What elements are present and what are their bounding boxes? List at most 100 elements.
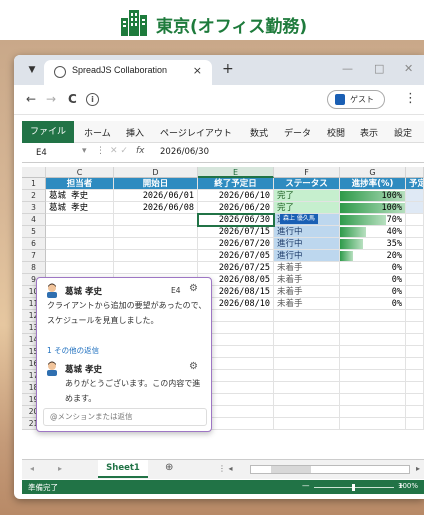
data-cell[interactable] [406,214,424,226]
data-cell[interactable] [406,190,424,202]
sheet-nav-prev-icon[interactable]: ◂ [30,464,34,473]
empty-cell[interactable] [340,394,406,406]
ribbon-tab-view[interactable]: 表示 [360,126,378,139]
empty-cell[interactable] [274,346,340,358]
ribbon-tab-insert[interactable]: 挿入 [126,126,144,139]
data-cell[interactable]: 2026/06/10 [198,190,274,202]
header-cell[interactable]: 終了予定日 [198,178,274,190]
zoom-slider-thumb[interactable] [352,484,355,491]
status-cell[interactable]: 完了 [274,190,340,202]
status-cell[interactable]: 未着手 [274,286,340,298]
ribbon-tab-formulas[interactable]: 数式 [250,126,268,139]
empty-cell[interactable] [406,346,424,358]
reload-icon[interactable]: C [68,92,77,106]
reply-input[interactable]: @メンションまたは返信 [43,408,207,426]
row-header[interactable]: 5 [22,226,46,238]
zoom-out-button[interactable]: — [302,481,310,490]
column-header-e[interactable]: E [198,167,274,178]
progress-cell[interactable]: 100% [340,202,406,214]
ribbon-tab-home[interactable]: ホーム [84,126,111,139]
progress-cell[interactable]: 20% [340,250,406,262]
data-cell[interactable] [46,262,114,274]
comment-popup[interactable]: 葛城 孝史 E4 ⚙ クライアントから追加の要望があったので、スケジュールを見直… [36,277,212,432]
row-header[interactable]: 4 [22,214,46,226]
empty-cell[interactable] [406,370,424,382]
progress-cell[interactable]: 0% [340,286,406,298]
data-cell[interactable] [46,226,114,238]
data-cell[interactable] [46,214,114,226]
empty-cell[interactable] [406,322,424,334]
progress-cell[interactable]: 0% [340,298,406,310]
empty-cell[interactable] [340,334,406,346]
empty-cell[interactable] [274,370,340,382]
empty-cell[interactable] [274,406,340,418]
column-header-c[interactable]: C [46,167,114,178]
empty-cell[interactable] [274,334,340,346]
data-cell[interactable] [114,214,198,226]
browser-tab[interactable]: SpreadJS Collaboration × [44,60,212,85]
data-cell[interactable] [406,238,424,250]
empty-cell[interactable] [274,394,340,406]
formula-options-icon[interactable]: ⋮ [96,146,105,156]
column-header-d[interactable]: D [114,167,198,178]
status-cell[interactable]: 未着手 [274,298,340,310]
progress-cell[interactable]: 35% [340,238,406,250]
row-header[interactable]: 8 [22,262,46,274]
header-cell[interactable]: 予定 [406,178,424,190]
site-info-icon[interactable]: i [86,93,99,106]
empty-cell[interactable] [340,310,406,322]
row-header[interactable]: 7 [22,250,46,262]
ribbon-tab-page-layout[interactable]: ページレイアウト [160,126,232,139]
zoom-slider[interactable] [314,484,394,491]
empty-cell[interactable] [406,382,424,394]
name-box-dropdown-icon[interactable]: ▾ [82,146,87,156]
ribbon-tab-settings[interactable]: 設定 [394,126,412,139]
row-header[interactable]: 1 [22,178,46,190]
name-box[interactable]: E4 [22,145,76,161]
column-header-f[interactable]: F [274,167,340,178]
row-header[interactable]: 6 [22,238,46,250]
empty-cell[interactable] [340,322,406,334]
sheet-nav-next-icon[interactable]: ▸ [58,464,62,473]
empty-cell[interactable] [340,358,406,370]
data-cell[interactable]: 2026/07/15 [198,226,274,238]
empty-cell[interactable] [406,358,424,370]
empty-cell[interactable] [274,382,340,394]
data-cell[interactable]: 葛城 孝史 [46,190,114,202]
data-cell[interactable] [406,286,424,298]
empty-cell[interactable] [274,310,340,322]
data-cell[interactable]: 葛城 孝史 [46,202,114,214]
data-cell[interactable] [114,226,198,238]
data-cell[interactable]: 2026/06/08 [114,202,198,214]
maximize-button[interactable]: □ [374,62,384,75]
gear-icon[interactable]: ⚙ [189,361,198,372]
data-cell[interactable] [406,274,424,286]
horizontal-scrollbar[interactable] [250,465,410,474]
row-header[interactable]: 2 [22,190,46,202]
data-cell[interactable] [406,226,424,238]
empty-cell[interactable] [406,310,424,322]
progress-cell[interactable]: 0% [340,262,406,274]
file-tab[interactable]: ファイル [22,121,74,143]
guest-profile-button[interactable]: ゲスト [327,90,385,109]
browser-menu-icon[interactable]: ⋮ [404,91,417,106]
close-window-button[interactable]: ✕ [404,62,413,75]
status-cell[interactable]: 進行中 [274,250,340,262]
data-cell[interactable]: 2026/07/20 [198,238,274,250]
back-arrow-icon[interactable]: ← [26,92,36,106]
data-cell[interactable] [406,250,424,262]
data-cell[interactable] [46,238,114,250]
cancel-edit-icon[interactable]: ✕ ✓ [110,146,128,156]
data-cell[interactable] [114,262,198,274]
empty-cell[interactable] [340,382,406,394]
empty-cell[interactable] [340,406,406,418]
empty-cell[interactable] [340,346,406,358]
corner-cell[interactable] [22,167,46,178]
row-header[interactable]: 3 [22,202,46,214]
data-cell[interactable] [406,262,424,274]
scroll-splitter-icon[interactable]: ⋮ ◂ [218,464,233,473]
empty-cell[interactable] [406,394,424,406]
data-cell[interactable] [406,298,424,310]
tab-list-chevron-icon[interactable]: ▼ [24,62,40,78]
progress-cell[interactable]: 70% [340,214,406,226]
